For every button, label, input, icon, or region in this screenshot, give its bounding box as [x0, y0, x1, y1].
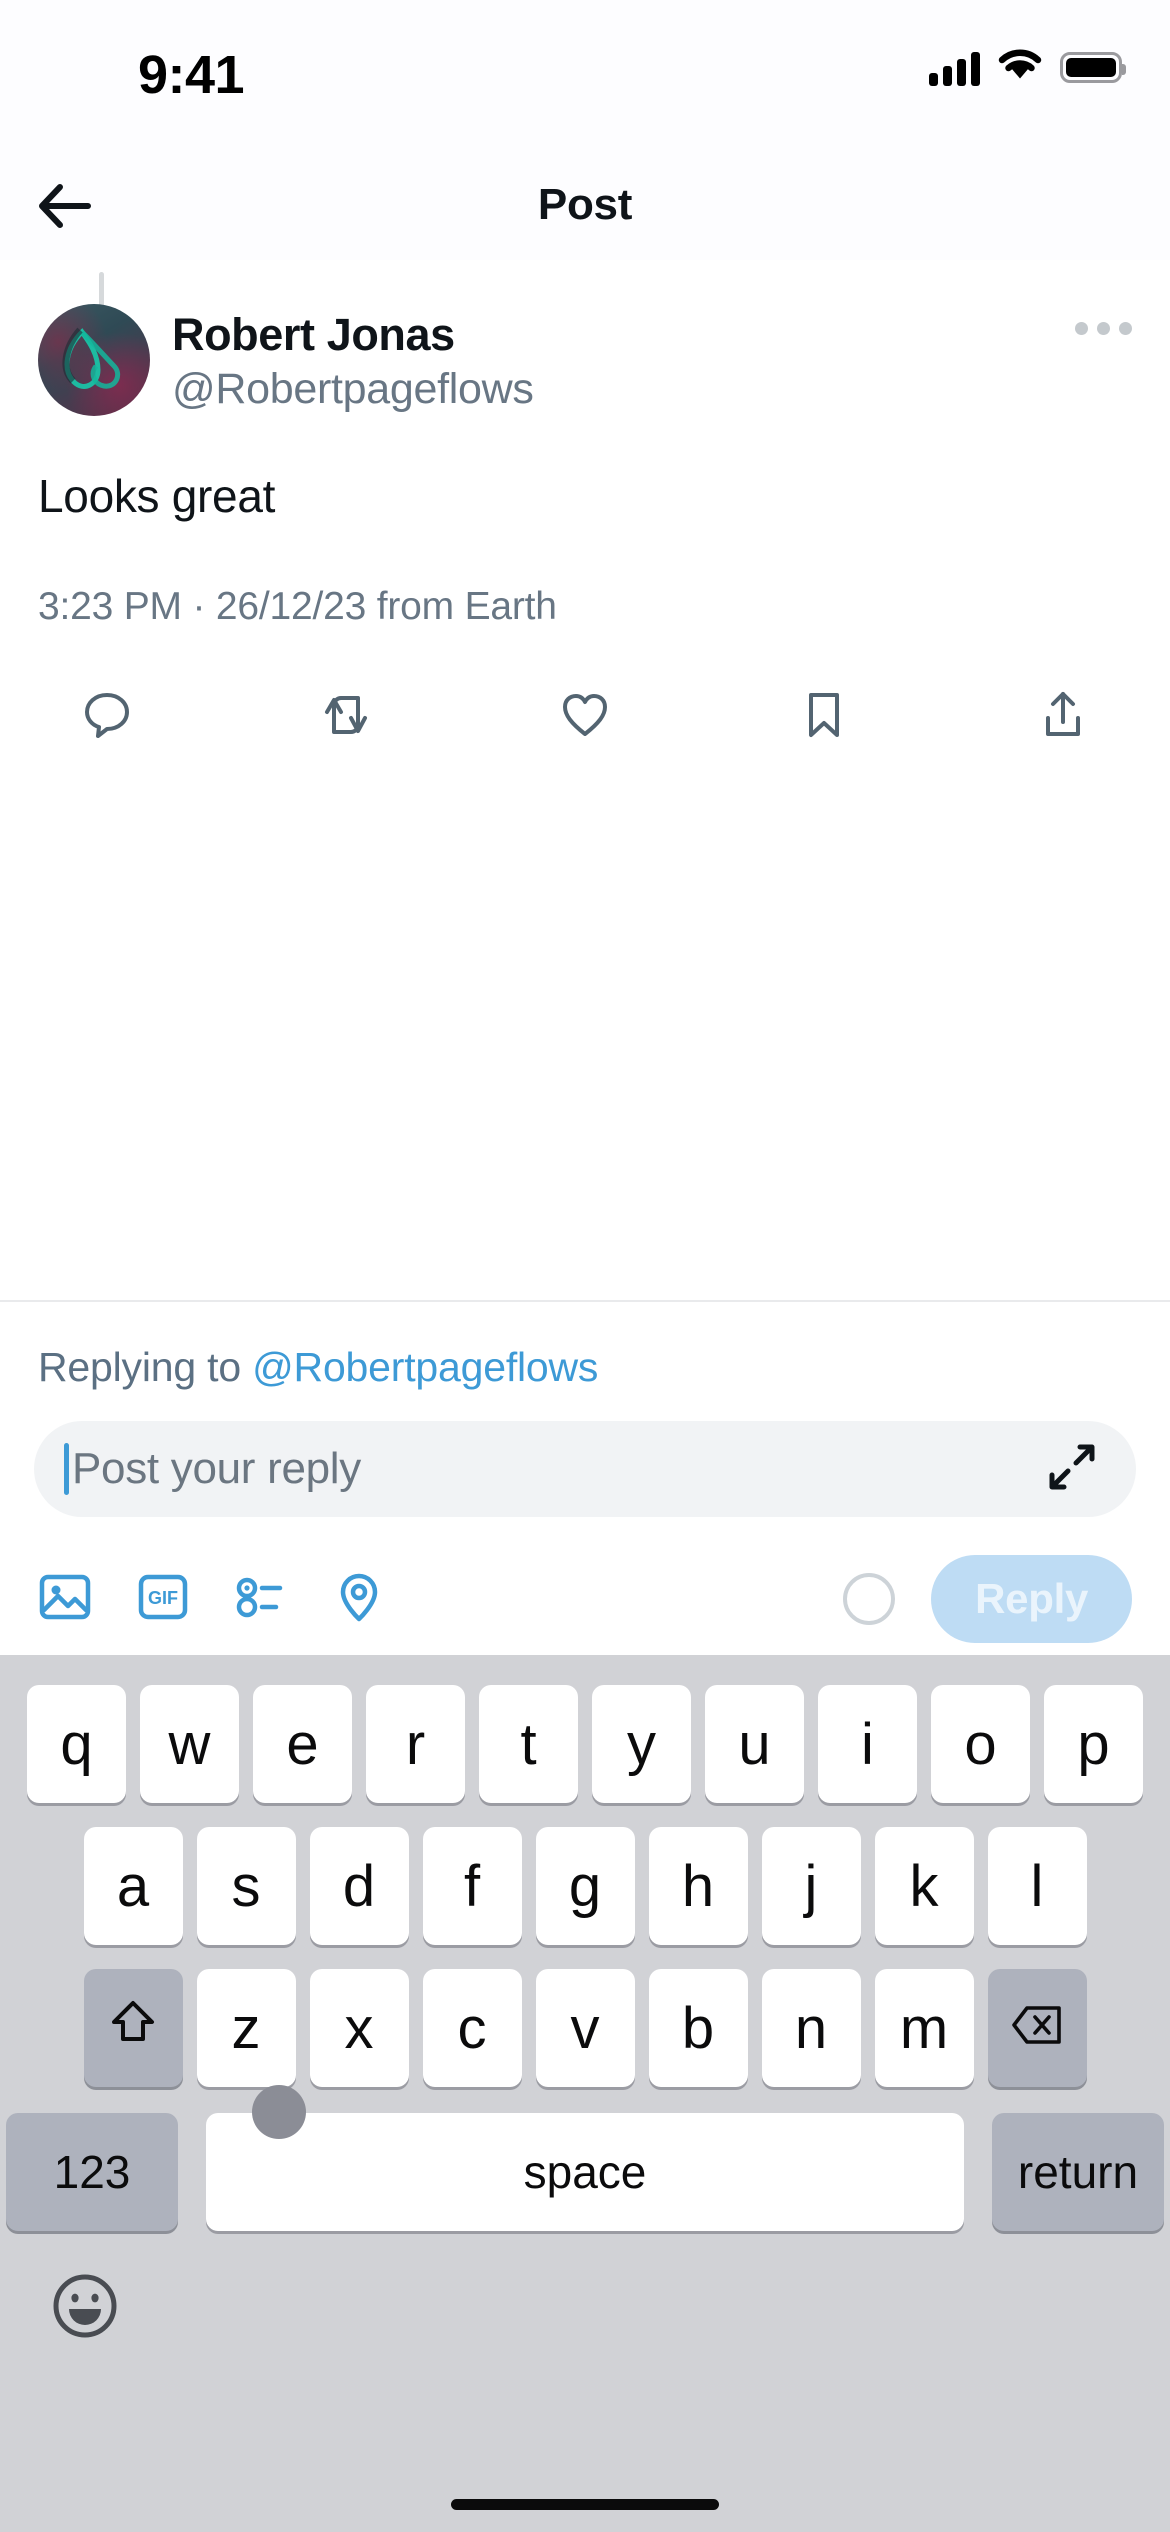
share-action[interactable]	[1018, 673, 1108, 763]
numeric-key[interactable]: 123	[6, 2113, 178, 2231]
repost-icon	[317, 686, 375, 749]
wifi-icon	[998, 48, 1042, 87]
expand-composer-button[interactable]	[1042, 1439, 1102, 1499]
share-icon	[1034, 686, 1092, 749]
bookmark-icon	[795, 686, 853, 749]
reply-placeholder: Post your reply	[72, 1444, 361, 1493]
key-s[interactable]: s	[196, 1827, 296, 1945]
return-key[interactable]: return	[992, 2113, 1164, 2231]
shift-key[interactable]	[83, 1969, 183, 2087]
post-actions	[0, 673, 1170, 763]
keyboard-row-4: 123 space return	[0, 2085, 1170, 2231]
replying-to-handle[interactable]: @Robertpageflows	[252, 1344, 598, 1390]
key-w[interactable]: w	[140, 1685, 239, 1803]
key-k[interactable]: k	[874, 1827, 974, 1945]
repost-action[interactable]	[301, 673, 391, 763]
keyboard-row-3: z x c v b n m	[0, 1969, 1170, 2087]
location-pin-icon	[328, 1566, 390, 1633]
avatar-artwork	[62, 327, 121, 389]
key-t[interactable]: t	[479, 1685, 578, 1803]
media-button[interactable]	[34, 1557, 132, 1641]
key-o[interactable]: o	[931, 1685, 1030, 1803]
bookmark-action[interactable]	[779, 673, 869, 763]
key-x[interactable]: x	[309, 1969, 409, 2087]
location-button[interactable]	[328, 1557, 426, 1641]
emoji-icon	[48, 2269, 122, 2348]
back-button[interactable]	[28, 172, 100, 244]
phone-screen: 9:41 Post Robert Jonas @Robertpageflows …	[0, 0, 1170, 2532]
post-text: Looks great	[38, 470, 276, 522]
reply-input[interactable]: Post your reply	[34, 1421, 1136, 1517]
back-arrow-icon	[36, 181, 92, 236]
key-g[interactable]: g	[535, 1827, 635, 1945]
reply-composer: Replying to @Robertpageflows Post your r…	[0, 1300, 1170, 1650]
cellular-signal-icon	[929, 50, 980, 86]
key-e[interactable]: e	[253, 1685, 352, 1803]
replying-to-label: Replying to @Robertpageflows	[0, 1302, 1170, 1391]
space-key[interactable]: space	[206, 2113, 964, 2231]
key-u[interactable]: u	[705, 1685, 804, 1803]
status-bar: 9:41	[0, 0, 1170, 150]
backspace-key[interactable]	[987, 1969, 1087, 2087]
backspace-icon	[1009, 1995, 1065, 2062]
gif-icon: GIF	[132, 1566, 194, 1633]
post-header: Robert Jonas @Robertpageflows	[0, 260, 1170, 416]
reply-submit-button[interactable]: Reply	[931, 1555, 1132, 1643]
nav-bar: Post	[0, 150, 1170, 260]
touch-indicator	[252, 2085, 306, 2139]
key-b[interactable]: b	[648, 1969, 748, 2087]
key-m[interactable]: m	[874, 1969, 974, 2087]
key-h[interactable]: h	[648, 1827, 748, 1945]
post-detail: Robert Jonas @Robertpageflows Looks grea…	[0, 260, 1170, 763]
shift-icon	[107, 1995, 159, 2062]
keyboard-row-1: q w e r t y u i o p	[0, 1685, 1170, 1803]
keyboard-row-2: a s d f g h j k l	[0, 1827, 1170, 1945]
space-key-wrapper: space	[192, 2085, 978, 2231]
key-c[interactable]: c	[422, 1969, 522, 2087]
more-options-icon[interactable]	[1075, 322, 1132, 335]
poll-icon	[230, 1566, 292, 1633]
gif-button[interactable]: GIF	[132, 1557, 230, 1641]
expand-icon	[1046, 1441, 1098, 1498]
character-count-circle	[843, 1573, 896, 1625]
key-i[interactable]: i	[818, 1685, 917, 1803]
text-caret	[64, 1443, 69, 1495]
key-d[interactable]: d	[309, 1827, 409, 1945]
replying-to-prefix: Replying to	[38, 1344, 253, 1390]
keyboard-bottom-bar	[0, 2267, 1170, 2349]
home-indicator	[451, 2499, 719, 2510]
author-display-name: Robert Jonas	[172, 309, 455, 360]
poll-button[interactable]	[230, 1557, 328, 1641]
battery-icon	[1060, 52, 1126, 83]
post-timestamp: 3:23 PM · 26/12/23 from Earth	[38, 584, 557, 628]
composer-toolbar: GIF Reply	[0, 1551, 1170, 1647]
emoji-key[interactable]	[44, 2267, 126, 2349]
image-icon	[34, 1566, 96, 1633]
key-l[interactable]: l	[987, 1827, 1087, 1945]
like-action[interactable]	[540, 673, 630, 763]
on-screen-keyboard: q w e r t y u i o p a s d f g h j k l z …	[0, 1655, 1170, 2532]
key-p[interactable]: p	[1044, 1685, 1143, 1803]
reply-action[interactable]	[62, 673, 152, 763]
status-bar-time: 9:41	[138, 45, 245, 105]
key-a[interactable]: a	[83, 1827, 183, 1945]
comment-icon	[78, 686, 136, 749]
key-v[interactable]: v	[535, 1969, 635, 2087]
author-handle: @Robertpageflows	[172, 365, 534, 414]
avatar[interactable]	[38, 304, 150, 416]
heart-icon	[556, 686, 614, 749]
key-q[interactable]: q	[27, 1685, 126, 1803]
key-n[interactable]: n	[761, 1969, 861, 2087]
key-y[interactable]: y	[592, 1685, 691, 1803]
key-f[interactable]: f	[422, 1827, 522, 1945]
post-author: Robert Jonas @Robertpageflows	[172, 304, 534, 416]
svg-text:GIF: GIF	[148, 1588, 178, 1608]
status-bar-indicators	[929, 48, 1126, 87]
key-z[interactable]: z	[196, 1969, 296, 2087]
key-r[interactable]: r	[366, 1685, 465, 1803]
key-j[interactable]: j	[761, 1827, 861, 1945]
page-title: Post	[537, 180, 633, 229]
